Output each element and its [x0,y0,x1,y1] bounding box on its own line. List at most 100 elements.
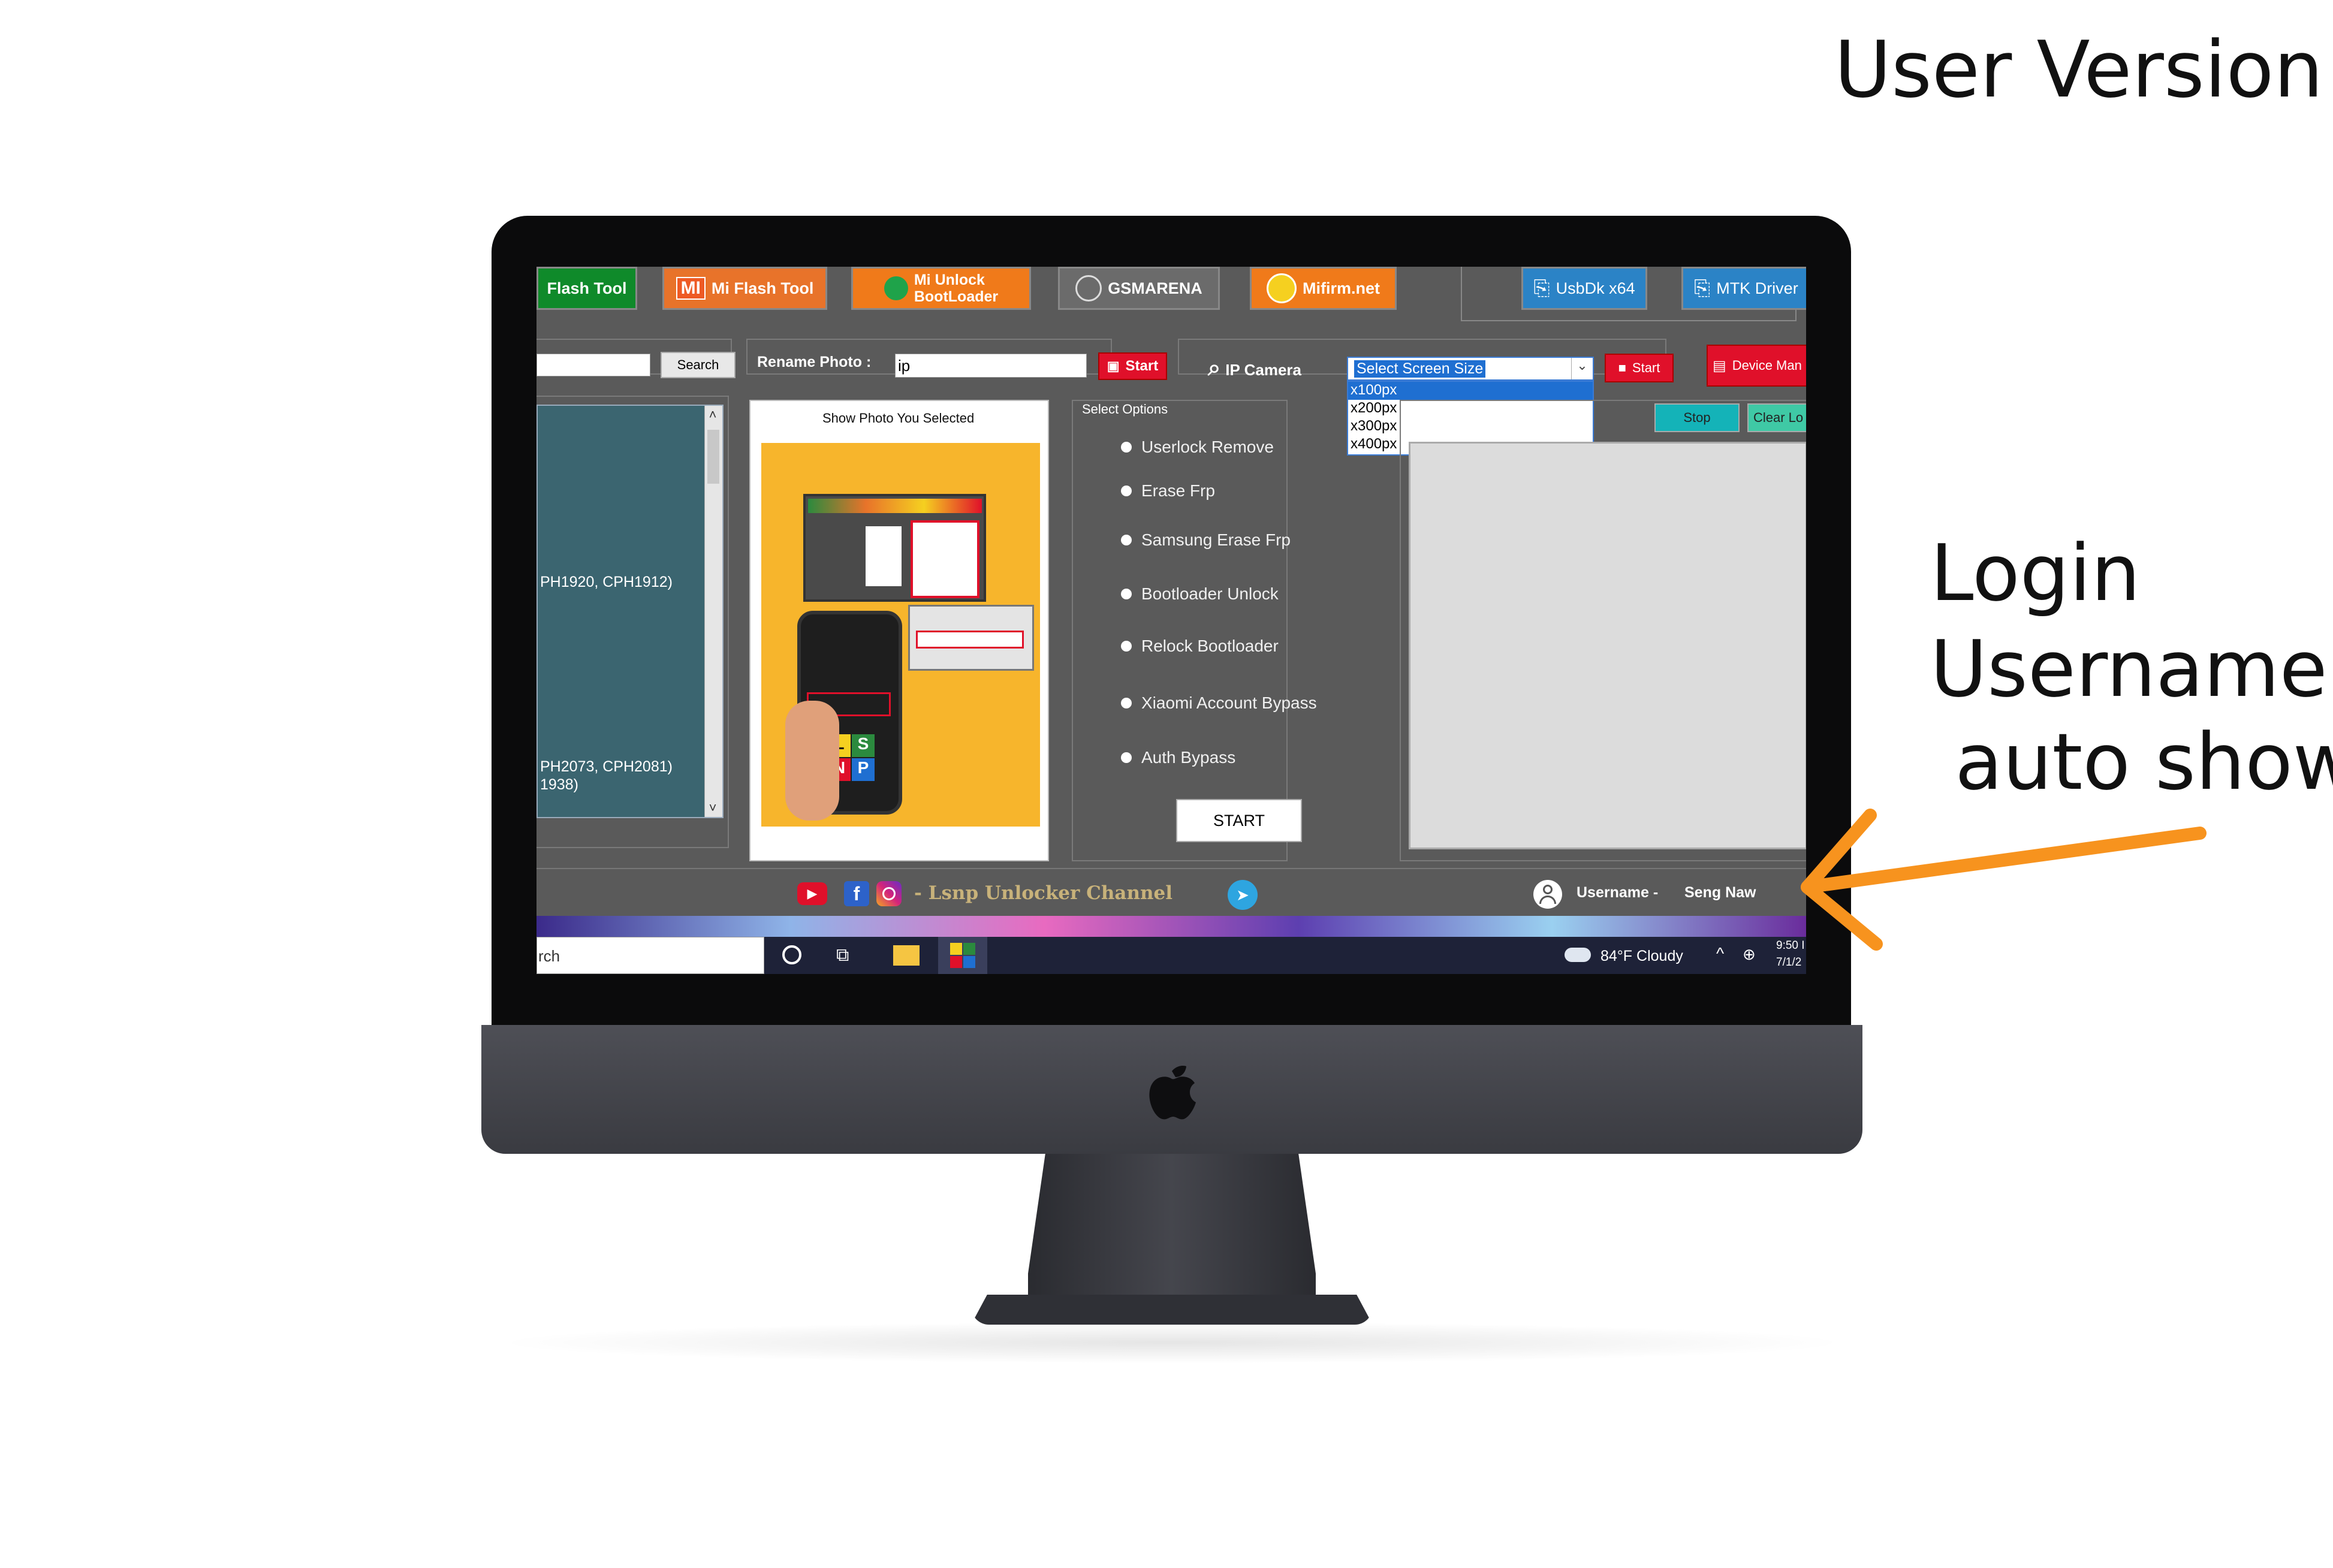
scrollbar-thumb[interactable] [707,430,719,484]
flash-tool-button[interactable]: Flash Tool [536,267,637,310]
mi-unlock-label-line1: Mi Unlock [914,272,985,288]
gsmarena-button[interactable]: GSMARENA [1058,267,1220,310]
rename-photo-input[interactable] [895,354,1087,378]
option-auth-bypass[interactable]: Auth Bypass [1121,748,1235,767]
options-group [1072,400,1288,861]
cloud-icon [1565,948,1591,962]
preview-hand [785,701,839,821]
screen-size-select[interactable]: Select Screen Size ⌄ [1347,357,1594,381]
mi-logo-icon: MI [676,277,706,300]
mi-flash-tool-button[interactable]: MI Mi Flash Tool [662,267,827,310]
device-manager-label: Device Man [1732,358,1802,373]
options-start-button[interactable]: START [1176,799,1302,842]
file-explorer-icon[interactable] [893,945,920,966]
screen-size-selected: Select Screen Size [1354,360,1486,378]
option-bootloader-unlock[interactable]: Bootloader Unlock [1121,584,1279,604]
imac-foot [971,1295,1373,1325]
lock-icon [884,276,908,300]
weather-text[interactable]: 84°F Cloudy [1600,948,1683,965]
user-avatar-icon [1533,880,1562,909]
option-samsung-erase-frp[interactable]: Samsung Erase Frp [1121,530,1291,550]
option-label: Erase Frp [1141,481,1215,500]
search-input[interactable] [536,354,650,376]
mi-unlock-label-line2: BootLoader [914,288,999,305]
option-label: Xiaomi Account Bypass [1141,693,1317,712]
option-label: Auth Bypass [1141,748,1236,767]
option-xiaomi-account-bypass[interactable]: Xiaomi Account Bypass [1121,693,1317,713]
chevron-up-icon[interactable]: ^ [1716,944,1724,963]
auto-show-caption-line: auto show [1930,716,2333,807]
search-button[interactable]: Search [661,352,736,378]
username-value: Seng Naw [1684,884,1756,901]
mtk-driver-label: MTK Driver [1716,279,1798,297]
ip-camera-text: IP Camera [1225,361,1301,379]
image-icon: ▣ [1107,358,1120,373]
option-relock-bootloader[interactable]: Relock Bootloader [1121,637,1279,656]
photo-panel-title: Show Photo You Selected [822,411,975,426]
device-manager-button[interactable]: ▤ Device Man [1707,345,1806,387]
mifirm-label: Mifirm.net [1302,279,1380,297]
app-footer: ▶ f - Lsnp Unlocker Channel ➤ Username -… [536,868,1806,916]
cctv-icon: ⌕ [1208,355,1221,381]
globe-icon [1075,275,1102,301]
list-item[interactable]: 1938) [540,776,578,794]
android-icon [1266,273,1297,303]
option-label: Userlock Remove [1141,438,1274,456]
options-group-label: Select Options [1082,402,1168,417]
network-icon[interactable]: ⊕ [1743,945,1756,964]
camera-start-button[interactable]: ■ Start [1605,354,1674,382]
flash-tool-label: Flash Tool [547,279,627,297]
taskbar-search-box[interactable]: rch [536,937,764,974]
user-version-caption: User Version [1834,24,2323,115]
chevron-down-icon[interactable]: ⌄ [1571,358,1593,379]
telegram-icon[interactable]: ➤ [1228,880,1258,910]
facebook-icon[interactable]: f [844,881,869,906]
clear-log-button[interactable]: Clear Lo [1747,403,1806,432]
usb-icon: ⎘ [1533,276,1550,300]
option-userlock-remove[interactable]: Userlock Remove [1121,438,1274,457]
list-item[interactable]: PH1920, CPH1912) [540,574,673,591]
option-erase-frp[interactable]: Erase Frp [1121,481,1215,500]
option-label: Relock Bootloader [1141,637,1279,655]
usb-icon: ⎘ [1694,276,1711,300]
preview-dialog [908,605,1034,671]
instagram-icon[interactable] [876,881,902,906]
mi-unlock-bootloader-button[interactable]: Mi Unlock BootLoader [851,267,1031,310]
usbdk-label: UsbDk x64 [1556,279,1635,297]
mtk-driver-button[interactable]: ⎘ MTK Driver [1681,267,1806,310]
login-caption-line: Login [1930,527,2141,619]
screen-size-option[interactable]: x100px [1348,382,1593,400]
channel-label: - Lsnp Unlocker Channel [914,882,1173,904]
model-list[interactable]: PH1920, CPH1912) PH2073, CPH2081) 1938) … [536,405,724,818]
photo-panel: Show Photo You Selected L S N P [749,400,1049,861]
video-icon: ■ [1618,360,1626,375]
usbdk-button[interactable]: ⎘ UsbDk x64 [1521,267,1647,310]
task-view-icon[interactable]: ⧉ [836,945,849,966]
youtube-icon[interactable]: ▶ [797,882,827,905]
mifirm-button[interactable]: Mifirm.net [1250,267,1397,310]
cortana-icon[interactable] [782,945,801,964]
taskbar: rch ⧉ 84°F Cloudy ^ ⊕ 9:50 I 7/1/2 [536,937,1806,974]
list-item[interactable]: PH2073, CPH2081) [540,758,673,776]
camera-start-label: Start [1632,360,1660,375]
ip-camera-label: ⌕ IP Camera [1208,355,1301,381]
mi-flash-tool-label: Mi Flash Tool [711,279,814,297]
username-label: Username - [1577,884,1659,901]
chevron-up-icon[interactable]: ˄ [706,407,719,423]
app-window: Flash Tool MI Mi Flash Tool Mi Unlock Bo… [536,267,1806,974]
username-caption-line: Username [1930,623,2328,714]
option-label: Bootloader Unlock [1141,584,1279,603]
taskbar-search-text: rch [538,947,560,965]
imac-shadow [492,1322,1852,1364]
stop-button[interactable]: Stop [1654,403,1740,432]
arrow-pointer-icon [1801,809,2207,951]
chevron-down-icon[interactable]: ˅ [706,800,719,816]
preview-image: L S N P [761,443,1040,827]
desktop-wallpaper [536,916,1806,937]
list-scrollbar[interactable]: ˄ ˅ [704,406,722,817]
clock-date[interactable]: 7/1/2 [1776,956,1801,969]
log-output[interactable] [1409,442,1806,849]
rename-photo-label: Rename Photo : [757,354,872,370]
taskbar-app-active[interactable] [938,937,987,974]
rename-start-button[interactable]: ▣ Start [1098,352,1167,380]
